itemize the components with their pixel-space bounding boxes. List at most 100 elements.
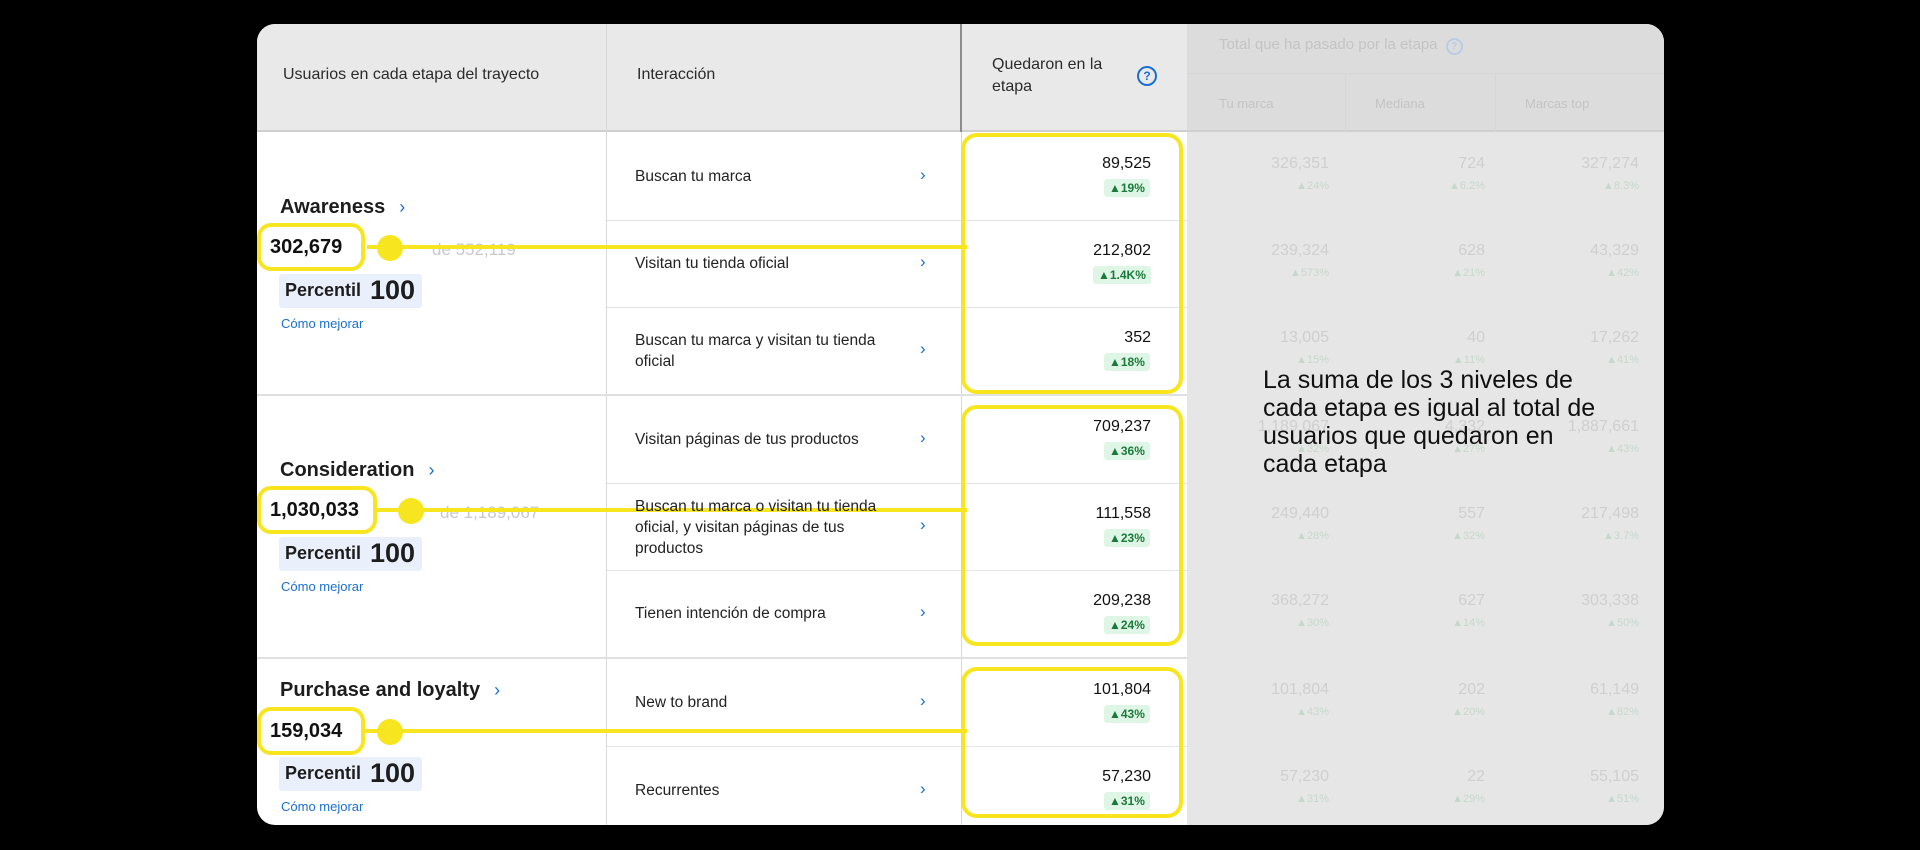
- total-value: 368,272: [1271, 592, 1329, 609]
- total-value: 101,804: [1271, 681, 1329, 698]
- chevron-right-icon[interactable]: ›: [920, 165, 926, 185]
- connector-dot: [377, 719, 403, 745]
- interaction-label[interactable]: Tienen intención de compra: [635, 603, 905, 624]
- total-value: 61,149: [1590, 681, 1639, 698]
- total-change-badge: ▲28%: [1296, 530, 1329, 542]
- total-value: 239,324: [1271, 242, 1329, 259]
- connector-dot: [377, 235, 403, 261]
- total-value: 55,105: [1590, 768, 1639, 785]
- chevron-right-icon[interactable]: ›: [920, 428, 926, 448]
- subheader-separator: [1187, 73, 1664, 74]
- stage-awareness-value: 302,679: [270, 236, 343, 258]
- total-value: 327,274: [1581, 155, 1639, 172]
- col-divider-1: [606, 24, 607, 825]
- total-value: 628: [1458, 242, 1485, 259]
- subcol-divider: [1345, 74, 1346, 132]
- chevron-right-icon[interactable]: ›: [920, 602, 926, 622]
- total-value: 249,440: [1271, 505, 1329, 522]
- total-value: 303,338: [1581, 592, 1639, 609]
- chevron-right-icon[interactable]: ›: [920, 691, 926, 711]
- percentile-value: 100: [370, 538, 416, 568]
- chevron-right-icon: ›: [494, 680, 501, 700]
- header-your-brand: Tu marca: [1219, 96, 1274, 111]
- total-value: 22: [1467, 768, 1485, 785]
- stage-name-label: Purchase and loyalty: [280, 679, 481, 701]
- header-top-brands: Marcas top: [1525, 96, 1590, 111]
- total-value: 57,230: [1280, 768, 1329, 785]
- total-change-badge: ▲573%: [1289, 267, 1329, 279]
- total-change-badge: ▲11%: [1452, 354, 1485, 366]
- stage-share-faded: de 1,189,067: [440, 503, 540, 522]
- interaction-label[interactable]: Buscan tu marca: [635, 166, 885, 187]
- total-value: 557: [1458, 505, 1485, 522]
- stage-purchase-title[interactable]: Purchase and loyalty ›: [280, 679, 500, 702]
- interaction-label[interactable]: Visitan páginas de tus productos: [635, 429, 905, 450]
- stage-sum-highlight: [961, 667, 1183, 818]
- total-value: 724: [1458, 155, 1485, 172]
- interaction-label[interactable]: Recurrentes: [635, 780, 885, 801]
- total-change-badge: ▲3.7%: [1603, 530, 1639, 542]
- interaction-label[interactable]: Buscan tu marca y visitan tu tienda ofic…: [635, 330, 905, 372]
- stage-purchase-value: 159,034: [270, 720, 343, 742]
- stage-consideration-title[interactable]: Consideration ›: [280, 459, 434, 482]
- stage-separator: [257, 657, 1187, 659]
- percentile-label: Percentil: [285, 280, 362, 300]
- total-value: 627: [1458, 592, 1485, 609]
- stage-awareness-title[interactable]: Awareness ›: [280, 196, 405, 219]
- stage-name-label: Awareness: [280, 196, 386, 218]
- connector-line: [367, 245, 967, 249]
- total-change-badge: ▲30%: [1296, 617, 1329, 629]
- total-change-badge: ▲8.3%: [1603, 180, 1639, 192]
- connector-dot: [398, 498, 424, 524]
- col-divider-2-header: [960, 24, 962, 132]
- total-change-badge: ▲20%: [1452, 706, 1485, 718]
- total-value: 217,498: [1581, 505, 1639, 522]
- stage-consideration-value: 1,030,033: [270, 499, 359, 521]
- chevron-right-icon[interactable]: ›: [920, 339, 926, 359]
- total-change-badge: ▲31%: [1296, 793, 1329, 805]
- stage-sum-highlight: [961, 405, 1183, 646]
- total-value: 43,329: [1590, 242, 1639, 259]
- percentile-label: Percentil: [285, 543, 362, 563]
- total-change-badge: ▲42%: [1606, 267, 1639, 279]
- how-to-improve-link[interactable]: Cómo mejorar: [281, 579, 363, 594]
- total-change-badge: ▲41%: [1606, 354, 1639, 366]
- total-change-badge: ▲51%: [1606, 793, 1639, 805]
- header-median: Mediana: [1375, 96, 1425, 111]
- total-change-badge: ▲50%: [1606, 617, 1639, 629]
- how-to-improve-link[interactable]: Cómo mejorar: [281, 799, 363, 814]
- total-value: 13,005: [1280, 329, 1329, 346]
- total-value: 326,351: [1271, 155, 1329, 172]
- info-icon[interactable]: ?: [1445, 38, 1463, 55]
- chevron-right-icon: ›: [399, 197, 406, 217]
- info-icon[interactable]: ?: [1137, 66, 1157, 86]
- subcol-divider: [1495, 74, 1496, 132]
- total-change-badge: ▲6.2%: [1449, 180, 1485, 192]
- total-value: 202: [1458, 681, 1485, 698]
- chevron-right-icon[interactable]: ›: [920, 252, 926, 272]
- stage-share-faded: de 552,119: [432, 240, 516, 259]
- how-to-improve-link[interactable]: Cómo mejorar: [281, 316, 363, 331]
- header-total-label: Total que ha pasado por la etapa: [1219, 36, 1438, 53]
- total-change-badge: ▲15%: [1296, 354, 1329, 366]
- header-stage-users: Usuarios en cada etapa del trayecto: [283, 66, 540, 83]
- connector-line: [365, 729, 967, 733]
- interaction-label[interactable]: Visitan tu tienda oficial: [635, 253, 885, 274]
- interaction-label[interactable]: New to brand: [635, 692, 885, 713]
- chevron-right-icon[interactable]: ›: [920, 515, 926, 535]
- stage-separator: [257, 394, 1187, 396]
- annotation-text: La suma de los 3 niveles de cada etapa e…: [1263, 366, 1596, 478]
- chevron-right-icon[interactable]: ›: [920, 779, 926, 799]
- total-value: 40: [1467, 329, 1485, 346]
- interaction-label[interactable]: Buscan tu marca o visitan tu tienda ofic…: [635, 496, 905, 559]
- header-interaction: Interacción: [637, 66, 716, 83]
- stage-name-label: Consideration: [280, 459, 415, 481]
- stage-sum-highlight: [961, 133, 1183, 394]
- total-change-badge: ▲21%: [1452, 267, 1485, 279]
- header-stayed: Quedaron en la etapa: [992, 54, 1112, 98]
- total-change-badge: ▲82%: [1606, 706, 1639, 718]
- chevron-right-icon: ›: [428, 460, 435, 480]
- total-change-badge: ▲32%: [1452, 530, 1485, 542]
- percentile-label: Percentil: [285, 763, 362, 783]
- header-total-passed: Total que ha pasado por la etapa ?: [1219, 36, 1463, 55]
